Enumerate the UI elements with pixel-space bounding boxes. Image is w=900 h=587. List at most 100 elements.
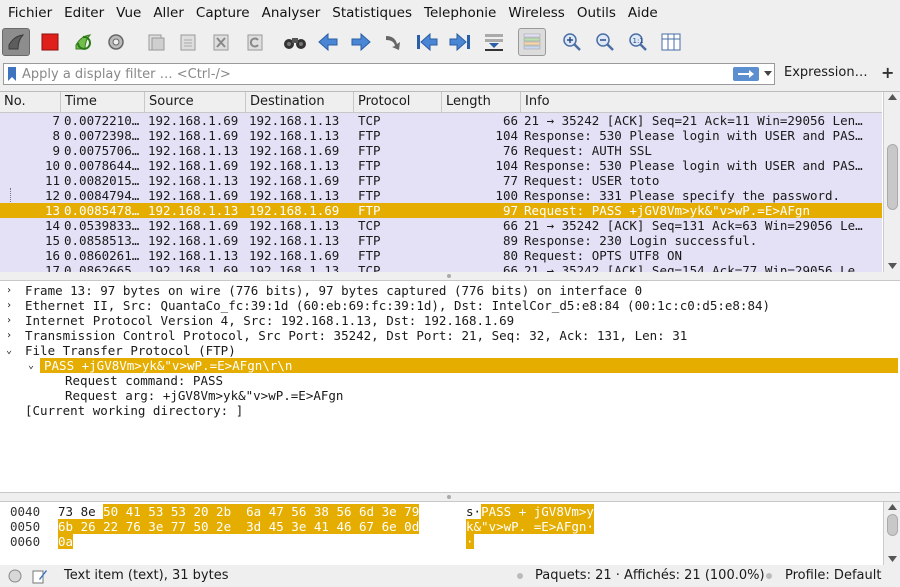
- column-header-info[interactable]: Info: [520, 92, 882, 112]
- menu-wireless[interactable]: Wireless: [502, 0, 571, 26]
- table-row[interactable]: 10 0.0078644… 192.168.1.69 192.168.1.13 FTP 1…: [0, 158, 882, 173]
- cell-dst: 192.168.1.13: [249, 113, 340, 128]
- packet-list-scroll-thumb[interactable]: [887, 144, 898, 210]
- apply-filter-arrow-icon[interactable]: [733, 67, 759, 81]
- packet-list-scrollbar[interactable]: [883, 92, 900, 272]
- restart-capture-icon[interactable]: [69, 28, 97, 56]
- menu-fichier[interactable]: Fichier: [2, 0, 58, 26]
- colorize-icon[interactable]: [518, 28, 546, 56]
- expression-button[interactable]: Expression…: [784, 65, 868, 80]
- chevron-down-icon[interactable]: [762, 68, 774, 80]
- pane-splitter[interactable]: [0, 272, 900, 280]
- scroll-up-icon[interactable]: [888, 504, 897, 510]
- menu-aide[interactable]: Aide: [622, 0, 664, 26]
- find-packet-icon[interactable]: [281, 28, 309, 56]
- tree-item-selected[interactable]: ⌄ PASS +jGV8Vm>yk&"v>wP.=E>AFgn\r\n: [28, 358, 898, 373]
- bytes-scrollbar[interactable]: [883, 502, 900, 565]
- scroll-down-icon[interactable]: [888, 556, 897, 562]
- collapse-arrow-icon[interactable]: ⌄: [28, 358, 38, 373]
- autoscroll-icon[interactable]: [480, 28, 508, 56]
- column-header-time[interactable]: Time: [60, 92, 144, 112]
- table-row[interactable]: 9 0.0075706… 192.168.1.13 192.168.1.69 FTP 76…: [0, 143, 882, 158]
- expand-arrow-icon[interactable]: ›: [6, 328, 16, 343]
- add-filter-button[interactable]: +: [881, 63, 894, 82]
- cell-time: 0.0862665…: [64, 263, 140, 272]
- svg-text:1:1: 1:1: [633, 37, 644, 45]
- pane-splitter[interactable]: [0, 493, 900, 501]
- column-header-no[interactable]: No.: [0, 92, 60, 112]
- cell-src: 192.168.1.13: [148, 248, 239, 263]
- hex-bytes[interactable]: 73 8e 50 41 53 53 20 2b 6a 47 56 38 56 6…: [58, 504, 420, 519]
- table-row[interactable]: 11 0.0082015… 192.168.1.13 192.168.1.69 FTP 7…: [0, 173, 882, 188]
- menu-vue[interactable]: Vue: [110, 0, 147, 26]
- go-first-icon[interactable]: [413, 28, 441, 56]
- expert-info-icon[interactable]: [8, 569, 22, 583]
- cell-len: 104: [495, 128, 518, 143]
- reload-file-icon[interactable]: [241, 28, 269, 56]
- table-row[interactable]: 8 0.0072398… 192.168.1.69 192.168.1.13 FTP 10…: [0, 128, 882, 143]
- go-last-icon[interactable]: [446, 28, 474, 56]
- conversation-tree-line: [10, 188, 11, 202]
- table-row[interactable]: 16 0.0860261… 192.168.1.13 192.168.1.69 FTP 8…: [0, 248, 882, 263]
- close-file-icon[interactable]: [207, 28, 235, 56]
- table-row[interactable]: 15 0.0858513… 192.168.1.69 192.168.1.13 FTP 8…: [0, 233, 882, 248]
- column-header-destination[interactable]: Destination: [245, 92, 353, 112]
- bookmark-icon[interactable]: [7, 67, 17, 81]
- open-file-icon[interactable]: [142, 28, 170, 56]
- cell-no: 15: [44, 233, 60, 248]
- column-header-length[interactable]: Length: [441, 92, 520, 112]
- capture-options-icon[interactable]: [102, 28, 130, 56]
- table-row-selected[interactable]: 13 0.0085478… 192.168.1.13 192.168.1.69 FTP 9…: [0, 203, 882, 218]
- ascii-bytes[interactable]: ·: [466, 534, 474, 549]
- cell-info: Request: USER toto: [524, 173, 660, 188]
- edit-comment-icon[interactable]: [32, 568, 48, 584]
- table-row[interactable]: 17 0.0862665… 192.168.1.69 192.168.1.13 TCP 6…: [0, 263, 882, 272]
- expand-arrow-icon[interactable]: ›: [6, 298, 16, 313]
- display-filter-input[interactable]: [22, 65, 722, 83]
- table-row[interactable]: 14 0.0539833… 192.168.1.69 192.168.1.13 TCP 6…: [0, 218, 882, 233]
- menu-telephonie[interactable]: Telephonie: [418, 0, 502, 26]
- tree-item[interactable]: › Internet Protocol Version 4, Src: 192.1…: [0, 313, 900, 328]
- menu-statistiques[interactable]: Statistiques: [326, 0, 418, 26]
- hex-bytes[interactable]: 0a: [58, 534, 74, 549]
- zoom-out-icon[interactable]: [591, 28, 619, 56]
- tree-item[interactable]: ⌄ File Transfer Protocol (FTP): [0, 343, 900, 358]
- shark-fin-start-icon[interactable]: [2, 28, 30, 56]
- menu-outils[interactable]: Outils: [571, 0, 622, 26]
- hex-bytes[interactable]: 6b 26 22 76 3e 77 50 2e 3d 45 3e 41 46 6…: [58, 519, 420, 534]
- tree-item[interactable]: › Transmission Control Protocol, Src Port…: [0, 328, 900, 343]
- go-back-icon[interactable]: [314, 28, 342, 56]
- menu-editer[interactable]: Editer: [58, 0, 110, 26]
- column-header-source[interactable]: Source: [144, 92, 245, 112]
- save-file-icon[interactable]: [174, 28, 202, 56]
- table-row[interactable]: 7 0.0072210… 192.168.1.69 192.168.1.13 TCP 66…: [0, 113, 882, 128]
- tree-item[interactable]: › Frame 13: 97 bytes on wire (776 bits), …: [0, 283, 900, 298]
- expand-arrow-icon[interactable]: ›: [6, 313, 16, 328]
- tree-item-label: File Transfer Protocol (FTP): [25, 343, 236, 358]
- bytes-scroll-thumb[interactable]: [887, 514, 898, 536]
- go-to-packet-icon[interactable]: [380, 28, 408, 56]
- menu-aller[interactable]: Aller: [147, 0, 190, 26]
- menu-analyser[interactable]: Analyser: [256, 0, 327, 26]
- tree-item[interactable]: › Ethernet II, Src: QuantaCo_fc:39:1d (60…: [0, 298, 900, 313]
- stop-capture-icon[interactable]: [36, 28, 64, 56]
- zoom-normal-icon[interactable]: 1:1: [624, 28, 652, 56]
- menu-capture[interactable]: Capture: [190, 0, 256, 26]
- ascii-bytes[interactable]: s·PASS + jGV8Vm>y: [466, 504, 594, 519]
- hex-plain: 73 8e: [58, 504, 104, 519]
- tree-item[interactable]: Request arg: +jGV8Vm>yk&"v>wP.=E>AFgn: [0, 388, 900, 403]
- ascii-bytes[interactable]: k&"v>wP. =E>AFgn·: [466, 519, 594, 534]
- scroll-down-icon[interactable]: [888, 263, 897, 269]
- collapse-arrow-icon[interactable]: ⌄: [6, 343, 16, 358]
- zoom-in-icon[interactable]: [558, 28, 586, 56]
- table-row[interactable]: 12 0.0084794… 192.168.1.69 192.168.1.13 FTP 1…: [0, 188, 882, 203]
- cell-info: Response: 230 Login successful.: [524, 233, 758, 248]
- tree-item[interactable]: [Current working directory: ]: [0, 403, 900, 418]
- go-forward-icon[interactable]: [347, 28, 375, 56]
- scroll-up-icon[interactable]: [888, 94, 897, 100]
- status-profile[interactable]: Profile: Default: [785, 568, 881, 583]
- expand-arrow-icon[interactable]: ›: [6, 283, 16, 298]
- resize-columns-icon[interactable]: [657, 28, 685, 56]
- tree-item[interactable]: Request command: PASS: [0, 373, 900, 388]
- column-header-protocol[interactable]: Protocol: [353, 92, 441, 112]
